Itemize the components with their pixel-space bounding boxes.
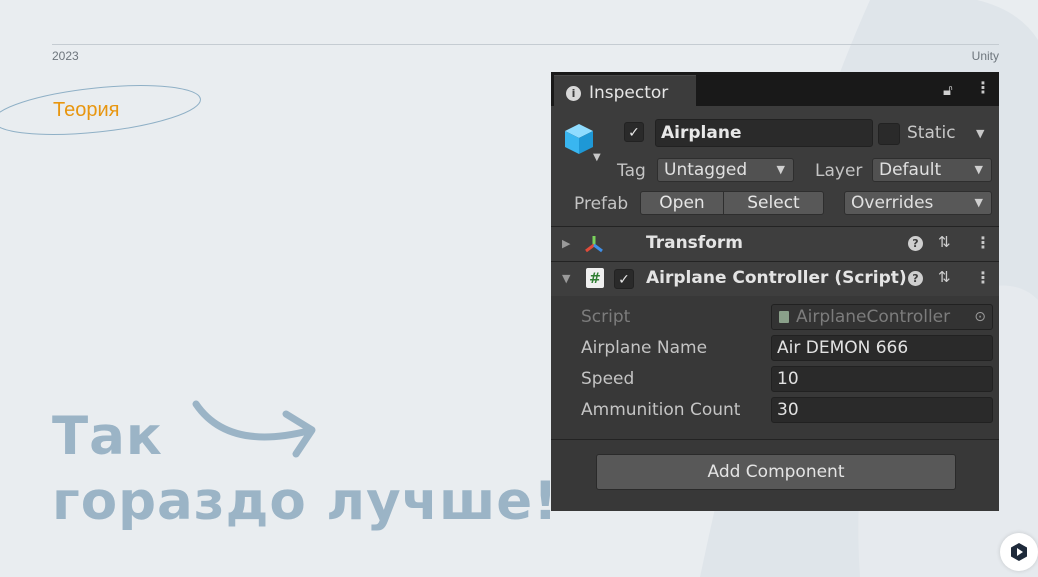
slide-year: 2023: [52, 49, 79, 63]
prefab-label: Prefab: [574, 194, 629, 214]
brand-logo: [1000, 533, 1038, 571]
icon-dropdown-caret-icon[interactable]: ▼: [593, 152, 601, 163]
prefab-overrides-dropdown[interactable]: Overrides ▼: [844, 191, 992, 215]
component-menu-icon[interactable]: ⋮: [975, 270, 991, 286]
script-object-field[interactable]: AirplaneController ⊙: [771, 304, 993, 330]
info-icon: i: [566, 86, 581, 101]
help-icon[interactable]: ?: [908, 271, 923, 286]
transform-axes-icon: [585, 236, 603, 253]
presets-sliders-icon[interactable]: ⇅: [938, 233, 951, 251]
chevron-down-icon: ▼: [974, 196, 983, 209]
header-divider: [52, 44, 999, 45]
script-file-icon: [779, 311, 789, 323]
help-icon[interactable]: ?: [908, 236, 923, 251]
tab-inspector[interactable]: i Inspector: [554, 75, 696, 107]
component-properties: Script AirplaneController ⊙ Airplane Nam…: [551, 296, 999, 440]
tab-menu-icon[interactable]: ⋮: [975, 80, 991, 96]
section-label: Теория: [53, 99, 120, 121]
transform-component-header[interactable]: ▶ Transform ? ⇅ ⋮: [551, 227, 999, 262]
airplane-name-input[interactable]: Air DEMON 666: [771, 335, 993, 361]
expand-triangle-icon[interactable]: ▶: [562, 237, 570, 250]
chevron-down-icon: ▼: [776, 163, 785, 176]
component-menu-icon[interactable]: ⋮: [975, 235, 991, 251]
static-label: Static: [907, 123, 956, 143]
headline-line-2: гораздо лучше!: [52, 471, 559, 532]
logo-icon: [1011, 543, 1027, 561]
script-hash-icon: #: [586, 268, 604, 288]
component-enabled-checkbox[interactable]: ✓: [614, 269, 634, 289]
property-label-ammunition-count: Ammunition Count: [581, 400, 741, 420]
property-label-speed: Speed: [581, 369, 635, 389]
lock-icon[interactable]: 🔓︎: [943, 81, 953, 99]
gameobject-cube-icon[interactable]: [563, 122, 595, 156]
ammunition-count-input[interactable]: 30: [771, 397, 993, 423]
svg-text:#: #: [589, 271, 601, 287]
object-active-checkbox[interactable]: ✓: [624, 122, 644, 142]
add-component-button[interactable]: Add Component: [596, 454, 956, 490]
layer-label: Layer: [815, 161, 863, 181]
property-label-airplane-name: Airplane Name: [581, 338, 708, 358]
collapse-triangle-icon[interactable]: ▼: [562, 272, 570, 285]
prefab-select-button[interactable]: Select: [723, 191, 824, 215]
static-checkbox[interactable]: [878, 123, 900, 145]
transform-title: Transform: [646, 233, 743, 253]
script-value: AirplaneController: [796, 307, 951, 327]
tab-inspector-label: Inspector: [589, 83, 669, 103]
layer-value: Default: [879, 160, 942, 180]
chevron-down-icon: ▼: [974, 163, 983, 176]
tag-value: Untagged: [664, 160, 748, 180]
object-header: ▼ ✓ Airplane Static ▼ Tag Untagged ▼ Lay…: [551, 106, 999, 227]
slide-brand: Unity: [971, 49, 999, 63]
tag-dropdown[interactable]: Untagged ▼: [657, 158, 794, 182]
prefab-open-button[interactable]: Open: [640, 191, 724, 215]
inspector-panel: i Inspector 🔓︎ ⋮ ▼ ✓ Airplane Static ▼ T…: [551, 72, 999, 511]
object-name-field[interactable]: Airplane: [655, 119, 873, 147]
property-label-script: Script: [581, 307, 631, 327]
curved-arrow-icon: [192, 400, 316, 458]
overrides-label: Overrides: [851, 193, 934, 213]
static-dropdown-caret-icon[interactable]: ▼: [976, 127, 984, 140]
tag-label: Tag: [617, 161, 646, 181]
airplane-controller-component-header[interactable]: ▼ # ✓ Airplane Controller (Script) ? ⇅ ⋮: [551, 262, 999, 297]
layer-dropdown[interactable]: Default ▼: [872, 158, 992, 182]
airplane-controller-title: Airplane Controller (Script): [646, 268, 907, 288]
inspector-tab-bar: i Inspector 🔓︎ ⋮: [551, 72, 999, 107]
presets-sliders-icon[interactable]: ⇅: [938, 268, 951, 286]
headline-line-1: Так: [52, 406, 163, 467]
object-picker-icon[interactable]: ⊙: [974, 305, 986, 329]
speed-input[interactable]: 10: [771, 366, 993, 392]
